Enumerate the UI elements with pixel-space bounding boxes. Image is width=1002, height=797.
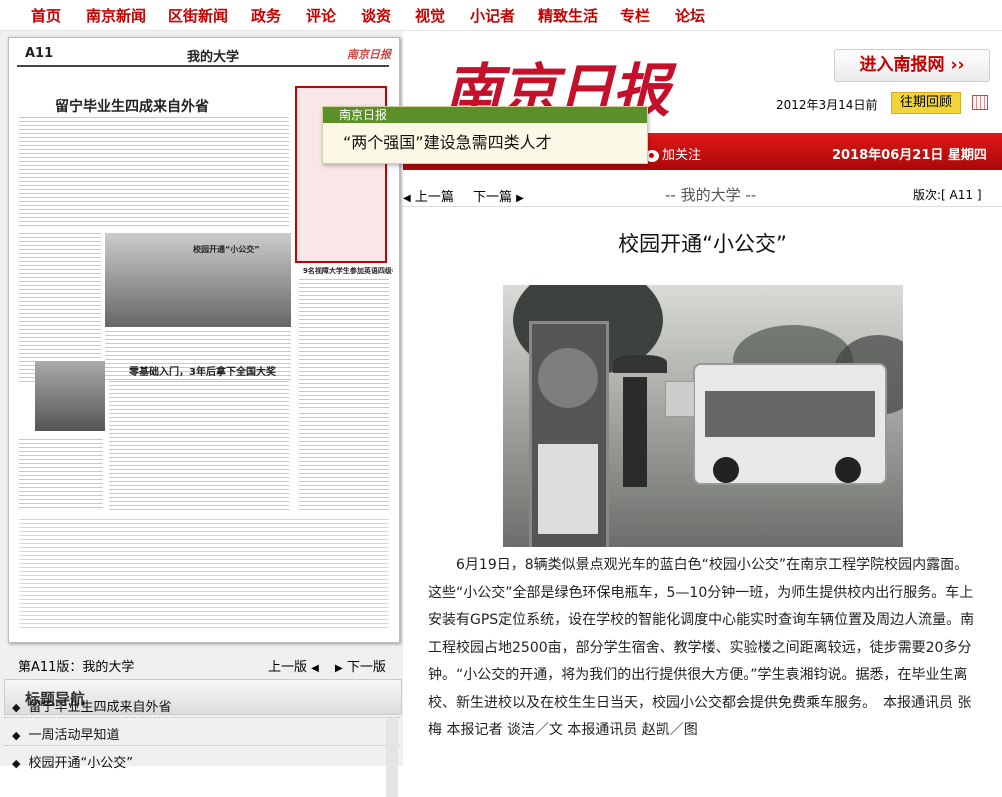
- nav-item-government[interactable]: 政务: [251, 5, 281, 26]
- nav-item-lifestyle[interactable]: 精致生活: [538, 5, 598, 26]
- thumb-center-headline: 校园开通“小公交”: [193, 245, 260, 254]
- thumb-article-block: [109, 381, 289, 511]
- title-nav-item[interactable]: ◆ 一周活动早知道: [12, 724, 119, 743]
- photo-umbrella: [613, 355, 667, 373]
- article-navigation-bar: ◀ 上一篇 下一篇 ▶ -- 我的大学 -- 版次:[ A11 ]: [403, 180, 1002, 207]
- title-nav-item-label: 一周活动早知道: [28, 728, 120, 743]
- nav-item-nanjing-news[interactable]: 南京新闻: [86, 5, 146, 26]
- article-body-text: 6月19日，8辆类似景点观光车的蓝白色“校园小公交”在南京工程学院校园内露面。这…: [428, 557, 975, 711]
- thumb-page-header: A11 我的大学 南京日报: [17, 43, 391, 67]
- thumb-sub-headline: 零基础入门，3年后拿下全国大奖: [129, 367, 276, 378]
- nav-item-forum[interactable]: 论坛: [675, 5, 705, 26]
- nav-item-district-news[interactable]: 区街新闻: [168, 5, 228, 26]
- nav-item-commentary[interactable]: 评论: [306, 5, 336, 26]
- hover-tooltip: 南京日报 “两个强国”建设急需四类人才: [322, 106, 648, 164]
- next-article-link[interactable]: 下一篇 ▶: [473, 186, 524, 205]
- thumb-right-headline: 9名视障大学生参加英语四级考试: [303, 267, 393, 275]
- tooltip-title[interactable]: “两个强国”建设急需四类人才: [323, 123, 647, 153]
- chevron-left-icon: ◀: [403, 193, 411, 204]
- current-date: 2018年06月21日 星期四: [832, 148, 987, 163]
- nav-item-talk[interactable]: 谈资: [361, 5, 391, 26]
- article-title: 校园开通“小公交”: [618, 232, 787, 256]
- nav-item-column[interactable]: 专栏: [620, 5, 650, 26]
- nav-item-home[interactable]: 首页: [31, 5, 61, 26]
- archive-date-label: 2012年3月14日前: [776, 98, 878, 112]
- nav-divider: [4, 717, 400, 718]
- prev-article-label: 上一篇: [414, 190, 454, 205]
- article-body: 6月19日，8辆类似景点观光车的蓝白色“校园小公交”在南京工程学院校园内露面。这…: [428, 552, 978, 745]
- thumb-photo-portrait: [35, 361, 105, 431]
- follow-button[interactable]: 加关注: [645, 144, 701, 163]
- photo-second-bus: [665, 381, 695, 417]
- top-nav: 首页 南京新闻 区街新闻 政务 评论 谈资 视觉 小记者 精致生活 专栏 论坛: [0, 0, 1002, 31]
- photo-bus-stop-sign: [529, 321, 609, 547]
- diamond-bullet-icon: ◆: [12, 701, 21, 714]
- edition-label: 第A11版：我的大学: [18, 660, 135, 675]
- edition-number: 版次:[ A11 ]: [913, 188, 982, 202]
- chevron-right-icon: ▶: [335, 663, 343, 674]
- thumb-article-block: [19, 439, 103, 511]
- prev-article-link[interactable]: ◀ 上一篇: [403, 186, 454, 205]
- thumb-article-block: [299, 413, 389, 511]
- nav-item-young-reporter[interactable]: 小记者: [470, 5, 515, 26]
- nav-item-visual[interactable]: 视觉: [415, 5, 445, 26]
- enter-site-button[interactable]: 进入南报网 ››: [834, 49, 990, 82]
- thumb-page-label: A11: [25, 46, 54, 61]
- next-edition-label: 下一版: [346, 660, 386, 675]
- photo-person: [623, 377, 647, 487]
- chevron-right-icon: ▶: [516, 193, 524, 204]
- prev-edition-label: 上一版: [268, 660, 308, 675]
- section-title: -- 我的大学 --: [665, 186, 757, 204]
- tooltip-source: 南京日报: [323, 107, 647, 123]
- thumb-bottom-block: [19, 519, 389, 629]
- thumb-page-logo: 南京日报: [347, 48, 391, 61]
- photo-tour-bus: [693, 363, 887, 485]
- follow-label: 加关注: [662, 148, 702, 163]
- title-nav-item-label: 留宁毕业生四成来自外省: [28, 700, 172, 715]
- history-button[interactable]: 往期回顾: [891, 92, 961, 114]
- title-nav-item[interactable]: ◆ 留宁毕业生四成来自外省: [12, 696, 171, 715]
- chevron-left-icon: ◀: [311, 663, 319, 674]
- thumb-article-block: [19, 117, 289, 227]
- diamond-bullet-icon: ◆: [12, 757, 21, 770]
- prev-edition-link[interactable]: 上一版 ◀: [268, 656, 319, 675]
- diamond-bullet-icon: ◆: [12, 729, 21, 742]
- title-nav-scrollbar[interactable]: [386, 719, 398, 797]
- thumb-page-name: 我的大学: [187, 50, 240, 65]
- nav-divider: [4, 745, 400, 746]
- next-edition-link[interactable]: ▶ 下一版: [335, 656, 386, 675]
- article-photo: [503, 285, 903, 547]
- title-nav-item-label: 校园开通“小公交”: [28, 756, 133, 771]
- title-nav-item[interactable]: ◆ 校园开通“小公交”: [12, 752, 133, 771]
- next-article-label: 下一篇: [473, 190, 513, 205]
- calendar-icon[interactable]: [972, 95, 988, 110]
- thumb-lead-headline: 留宁毕业生四成来自外省: [55, 99, 209, 115]
- thumb-article-block: [299, 279, 389, 409]
